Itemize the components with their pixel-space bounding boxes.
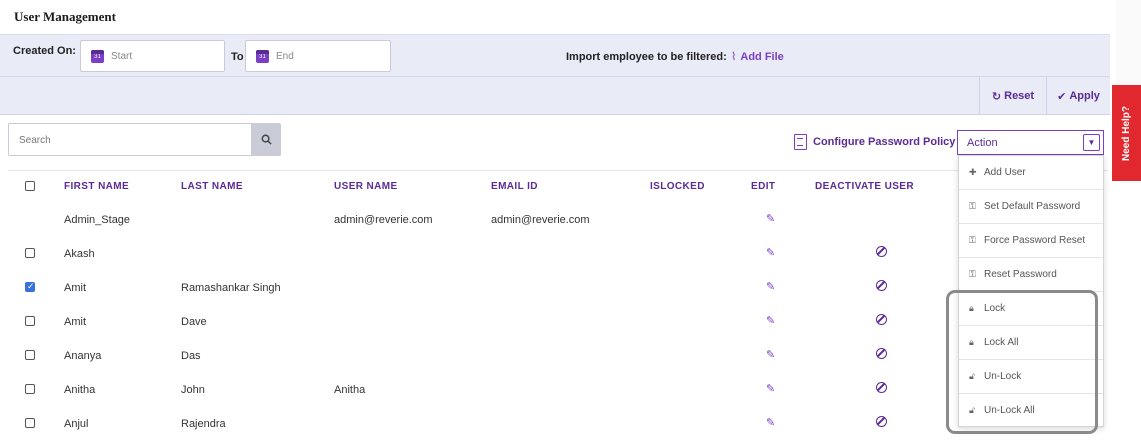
check-circle-icon: ✔ xyxy=(1057,90,1067,103)
filter-row: Created On: 31 Start To 31 End Import em… xyxy=(0,35,1110,77)
action-select[interactable]: Action ▼ xyxy=(957,130,1104,155)
column-header-islocked[interactable]: ISLOCKED xyxy=(650,181,705,192)
edit-icon[interactable]: ✎ xyxy=(766,416,775,429)
start-date-input[interactable]: 31 Start xyxy=(80,40,225,72)
reset-button[interactable]: ↻ Reset xyxy=(979,77,1046,115)
refresh-icon: ↻ xyxy=(991,90,1002,103)
configure-password-policy-label: Configure Password Policy xyxy=(813,136,956,148)
end-date-input[interactable]: 31 End xyxy=(245,40,391,72)
search-input[interactable]: Search xyxy=(8,123,251,156)
reset-button-label: Reset xyxy=(1004,90,1035,102)
last-name-cell: Das xyxy=(181,350,201,362)
first-name-cell: Anitha xyxy=(64,384,96,396)
calendar-icon: 31 xyxy=(91,49,104,63)
table-row: Ananya Das ✎ xyxy=(0,339,945,373)
first-name-cell: Amit xyxy=(64,316,86,328)
key-icon: ⚿ xyxy=(969,269,976,279)
search-placeholder: Search xyxy=(19,135,51,146)
last-name-cell: John xyxy=(181,384,205,396)
last-name-cell: Rajendra xyxy=(181,418,226,430)
table-row: Admin_Stage admin@reverie.com admin@reveri… xyxy=(0,203,945,237)
first-name-cell: Amit xyxy=(64,282,86,294)
apply-button-label: Apply xyxy=(1069,90,1100,102)
import-label: Import employee to be filtered: xyxy=(566,51,727,63)
row-checkbox[interactable] xyxy=(25,316,35,326)
plus-icon: ✚ xyxy=(969,167,977,177)
user-name-cell: Anitha xyxy=(334,384,366,396)
edit-icon[interactable]: ✎ xyxy=(766,348,775,361)
edit-icon[interactable]: ✎ xyxy=(766,280,775,293)
search-button[interactable] xyxy=(251,123,281,156)
key-icon: ⚿ xyxy=(969,201,976,211)
key-icon: ⚿ xyxy=(969,235,976,245)
highlight-outline xyxy=(946,290,1098,434)
deactivate-icon[interactable] xyxy=(876,382,887,393)
page-title: User Management xyxy=(14,9,116,24)
last-name-cell: Dave xyxy=(181,316,207,328)
edit-icon[interactable]: ✎ xyxy=(766,382,775,395)
end-date-placeholder: End xyxy=(276,50,294,62)
deactivate-icon[interactable] xyxy=(876,348,887,359)
created-on-label: Created On: xyxy=(13,45,76,57)
configure-password-policy-link[interactable]: Configure Password Policy xyxy=(794,134,955,150)
action-menu-item[interactable]: ⚿ Reset Password xyxy=(959,258,1103,292)
row-checkbox[interactable] xyxy=(25,248,35,258)
first-name-cell: Ananya xyxy=(64,350,102,362)
action-menu-item-label: Force Password Reset xyxy=(984,235,1086,246)
row-checkbox[interactable] xyxy=(25,350,35,360)
calendar-icon: 31 xyxy=(256,49,269,63)
column-header-first-name[interactable]: FIRST NAME xyxy=(64,181,129,192)
first-name-cell: Admin_Stage xyxy=(64,214,131,226)
page-edge xyxy=(1116,0,1141,85)
add-file-link[interactable]: ⌇ Add File xyxy=(731,50,784,63)
column-header-last-name[interactable]: LAST NAME xyxy=(181,181,243,192)
table-row: Anitha John Anitha ✎ xyxy=(0,373,945,407)
user-name-cell: admin@reverie.com xyxy=(334,214,433,226)
need-help-tab[interactable]: Need Help? xyxy=(1112,85,1141,181)
action-menu-item-label: Add User xyxy=(984,167,1026,178)
action-menu-item-label: Set Default Password xyxy=(984,201,1081,212)
need-help-label: Need Help? xyxy=(1121,105,1133,161)
row-checkbox[interactable] xyxy=(25,384,35,394)
action-menu-item[interactable]: ✚ Add User xyxy=(959,156,1103,190)
last-name-cell: Ramashankar Singh xyxy=(181,282,281,294)
to-label: To xyxy=(231,51,244,63)
apply-button[interactable]: ✔ Apply xyxy=(1046,77,1110,115)
column-header-deactivate-user: DEACTIVATE USER xyxy=(815,181,914,192)
row-checkbox[interactable] xyxy=(25,418,35,428)
chevron-down-icon[interactable]: ▼ xyxy=(1083,134,1100,151)
action-menu-item[interactable]: ⚿ Set Default Password xyxy=(959,190,1103,224)
column-header-email-id[interactable]: EMAIL ID xyxy=(491,181,538,192)
edit-icon[interactable]: ✎ xyxy=(766,212,775,225)
row-checkbox[interactable] xyxy=(25,281,35,292)
filter-bar: Created On: 31 Start To 31 End Import em… xyxy=(0,34,1110,115)
table-row: Akash ✎ xyxy=(0,237,945,271)
document-settings-icon xyxy=(794,134,807,150)
action-menu-item-label: Reset Password xyxy=(984,269,1057,280)
email-cell: admin@reverie.com xyxy=(491,214,590,226)
deactivate-icon[interactable] xyxy=(876,280,887,291)
add-file-label: Add File xyxy=(740,51,784,63)
edit-icon[interactable]: ✎ xyxy=(766,314,775,327)
table-top-divider xyxy=(8,170,1108,171)
action-select-label: Action xyxy=(967,137,998,149)
table-row: Anjul Rajendra ✎ xyxy=(0,407,945,441)
table-row: Amit Dave ✎ xyxy=(0,305,945,339)
start-date-placeholder: Start xyxy=(111,50,133,62)
deactivate-icon[interactable] xyxy=(876,314,887,325)
select-all-checkbox[interactable] xyxy=(25,181,35,191)
edit-icon[interactable]: ✎ xyxy=(766,246,775,259)
deactivate-icon[interactable] xyxy=(876,416,887,427)
deactivate-icon[interactable] xyxy=(876,246,887,257)
table-row: Amit Ramashankar Singh ✎ xyxy=(0,271,945,305)
first-name-cell: Anjul xyxy=(64,418,89,430)
paperclip-icon: ⌇ xyxy=(731,51,737,63)
search-icon xyxy=(261,134,272,145)
column-header-edit: EDIT xyxy=(751,181,776,192)
first-name-cell: Akash xyxy=(64,248,95,260)
action-menu-item[interactable]: ⚿ Force Password Reset xyxy=(959,224,1103,258)
column-header-user-name[interactable]: USER NAME xyxy=(334,181,398,192)
